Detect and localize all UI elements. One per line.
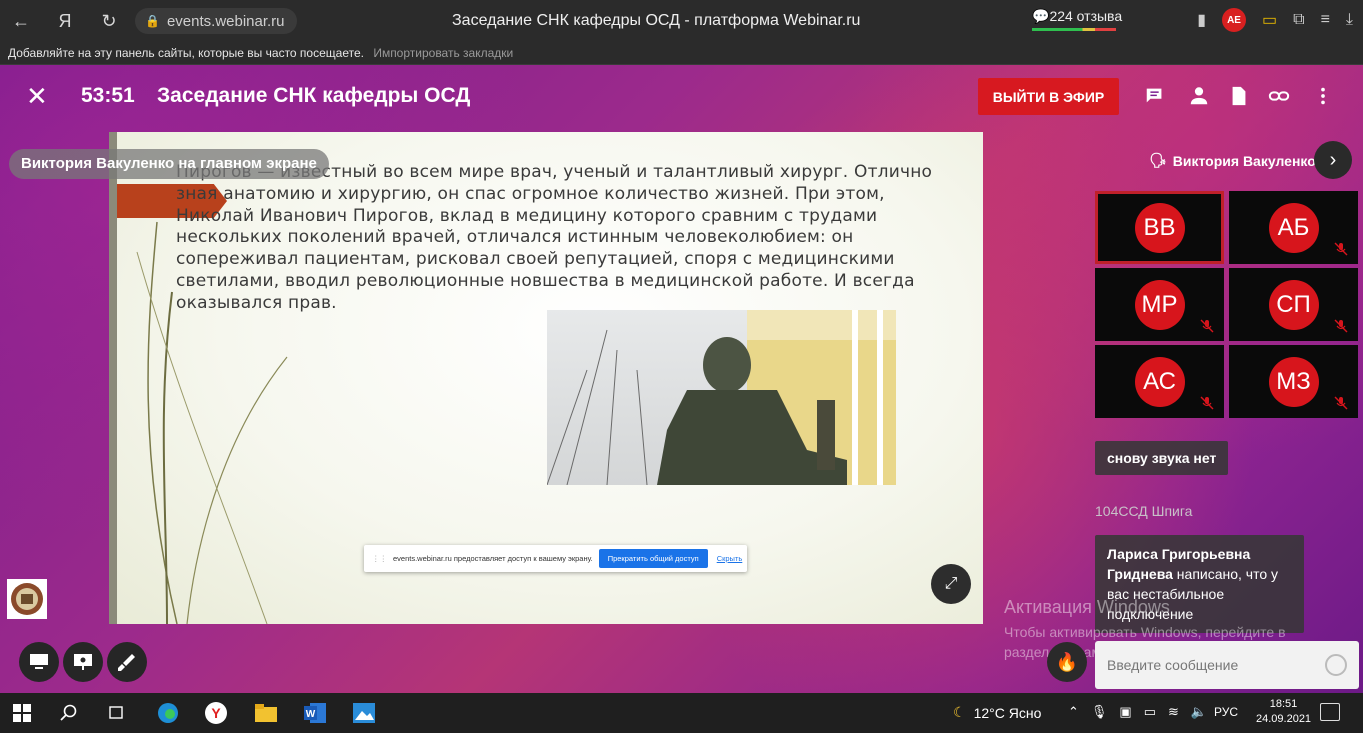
- drag-handle-icon[interactable]: ⋮⋮: [372, 554, 387, 563]
- weather-widget[interactable]: ☾ 12°C Ясно: [953, 704, 1041, 721]
- mic-muted-icon: [1200, 396, 1214, 410]
- presentation-slide: Пирогов — известный во всем мире врач, у…: [109, 132, 983, 624]
- timer: 53:51: [81, 84, 135, 107]
- close-icon[interactable]: ✕: [26, 83, 48, 109]
- mic-muted-icon: [1200, 319, 1214, 333]
- chat-message: снову звука нет: [1095, 441, 1229, 475]
- screen-share-notice: ⋮⋮ events.webinar.ru предоставляет досту…: [364, 545, 747, 572]
- chat-icon[interactable]: [1144, 85, 1166, 107]
- lock-icon: 🔒: [145, 14, 160, 28]
- webinar-app: ✕ 53:51 Заседание СНК кафедры ОСД ВЫЙТИ …: [0, 65, 1363, 693]
- participants-icon[interactable]: [1188, 85, 1210, 107]
- event-title: Заседание СНК кафедры ОСД: [157, 84, 471, 107]
- download-icon[interactable]: ⤓: [1346, 11, 1353, 29]
- reload-icon[interactable]: ↻: [92, 4, 126, 38]
- more-vertical-icon[interactable]: [1312, 85, 1334, 107]
- mic-muted-icon: [1334, 396, 1348, 410]
- import-bookmarks-link[interactable]: Импортировать закладки: [373, 46, 513, 60]
- wifi-icon[interactable]: ≋: [1168, 704, 1179, 720]
- address-bar[interactable]: 🔒 events.webinar.ru: [135, 8, 297, 34]
- activation-title: Активация Windows: [1004, 597, 1170, 617]
- svg-text:Y: Y: [211, 705, 221, 721]
- participant-avatar: МЗ: [1268, 356, 1319, 407]
- moon-icon: ☾: [953, 704, 966, 720]
- participant-tile[interactable]: ВВ: [1095, 191, 1224, 264]
- windows-taskbar: Y W ☾ 12°C Ясно ⌃ 🎙 ▣ ▭ ≋ 🔈 РУС 18:51 24…: [0, 693, 1363, 733]
- chevron-right-icon[interactable]: ›: [1314, 141, 1352, 179]
- yandex-browser-icon[interactable]: Y: [204, 701, 228, 725]
- system-clock[interactable]: 18:51 24.09.2021: [1256, 697, 1311, 727]
- rating-bar: [1032, 28, 1116, 31]
- mic-muted-icon: [1334, 319, 1348, 333]
- profile-avatar[interactable]: АЕ: [1222, 8, 1247, 32]
- share-notice-text: events.webinar.ru предоставляет доступ к…: [393, 554, 593, 563]
- brush-icon[interactable]: [107, 642, 147, 682]
- bookmark-icon[interactable]: ▮: [1197, 10, 1206, 30]
- message-input[interactable]: Введите сообщение: [1095, 641, 1359, 689]
- stop-sharing-button[interactable]: Прекратить общий доступ: [598, 549, 708, 568]
- flame-icon[interactable]: 🔥: [1047, 642, 1087, 682]
- participant-avatar: АБ: [1268, 202, 1319, 253]
- participant-tile[interactable]: АС: [1095, 345, 1224, 418]
- exit-broadcast-button[interactable]: ВЫЙТИ В ЭФИР: [978, 78, 1119, 115]
- slide-text: Пирогов — известный во всем мире врач, у…: [176, 162, 933, 313]
- tab-title: Заседание СНК кафедры ОСД - платформа We…: [452, 12, 861, 29]
- reviews-badge[interactable]: 💬224 отзыва: [1032, 8, 1122, 31]
- participant-tile[interactable]: МР: [1095, 268, 1224, 341]
- participant-tile[interactable]: АБ: [1229, 191, 1358, 264]
- yandex-icon[interactable]: Я: [48, 4, 82, 38]
- system-tray: ⌃ 🎙 ▣ ▭ ≋ 🔈: [1068, 704, 1207, 720]
- word-icon[interactable]: W: [303, 701, 327, 725]
- speaker-name: Виктория Вакуленко: [1172, 152, 1316, 169]
- message-placeholder: Введите сообщение: [1107, 657, 1239, 673]
- clock-time: 18:51: [1269, 698, 1298, 710]
- weather-text: 12°C Ясно: [973, 704, 1042, 721]
- volume-icon[interactable]: 🔈: [1191, 704, 1207, 720]
- edge-icon[interactable]: [156, 701, 180, 725]
- bookmarks-bar: Добавляйте на эту панель сайты, которые …: [0, 42, 1363, 65]
- participant-avatar: ВВ: [1134, 202, 1185, 253]
- emoji-icon[interactable]: [1325, 654, 1347, 676]
- windows-start-icon[interactable]: [10, 701, 34, 725]
- hide-notice-link[interactable]: Скрыть: [717, 554, 743, 563]
- reviews-label: 224 отзыва: [1049, 8, 1123, 24]
- participant-avatar: МР: [1134, 279, 1185, 330]
- speaker-icon: 🗣: [1149, 152, 1167, 168]
- photos-icon[interactable]: [352, 701, 376, 725]
- task-view-icon[interactable]: [104, 701, 128, 725]
- participant-tile[interactable]: МЗ: [1229, 345, 1358, 418]
- chat-sender: 104ССД Шпига: [1095, 503, 1193, 519]
- fullscreen-icon[interactable]: ⤢: [931, 564, 971, 604]
- url-text: events.webinar.ru: [166, 12, 285, 30]
- menu-icon[interactable]: ≡: [1321, 11, 1330, 29]
- link-icon[interactable]: [1268, 85, 1290, 107]
- mic-muted-icon: [1334, 242, 1348, 256]
- battery-icon: ▭: [1262, 12, 1278, 29]
- bookmarks-hint: Добавляйте на эту панель сайты, которые …: [8, 46, 364, 60]
- organization-logo: [7, 579, 47, 619]
- participant-avatar: АС: [1134, 356, 1185, 407]
- tablet-icon[interactable]: ▣: [1119, 704, 1131, 720]
- presentation-icon[interactable]: [63, 642, 103, 682]
- language-indicator[interactable]: РУС: [1214, 705, 1238, 719]
- battery-icon[interactable]: ▭: [1144, 704, 1156, 720]
- current-speaker: 🗣 Виктория Вакуленко: [1149, 152, 1316, 169]
- browser-toolbar: ← Я ↻ 🔒 events.webinar.ru Заседание СНК …: [0, 0, 1363, 42]
- svg-text:W: W: [306, 709, 316, 720]
- statue-photo: [547, 310, 896, 485]
- search-icon[interactable]: [57, 701, 81, 725]
- participant-avatar: СП: [1268, 279, 1319, 330]
- document-icon[interactable]: [1228, 85, 1250, 107]
- participant-tile[interactable]: СП: [1229, 268, 1358, 341]
- collections-icon[interactable]: ⧉: [1293, 11, 1304, 29]
- microphone-icon[interactable]: 🎙: [1091, 704, 1108, 720]
- main-screen-badge: Виктория Вакуленко на главном экране: [9, 149, 329, 179]
- notifications-icon[interactable]: [1320, 703, 1340, 721]
- clock-date: 24.09.2021: [1256, 713, 1312, 725]
- chevron-up-icon[interactable]: ⌃: [1068, 704, 1079, 720]
- comment-icon: 💬: [1032, 8, 1050, 24]
- screen-share-icon[interactable]: [19, 642, 59, 682]
- file-explorer-icon[interactable]: [254, 701, 278, 725]
- back-arrow-icon[interactable]: ←: [4, 4, 38, 38]
